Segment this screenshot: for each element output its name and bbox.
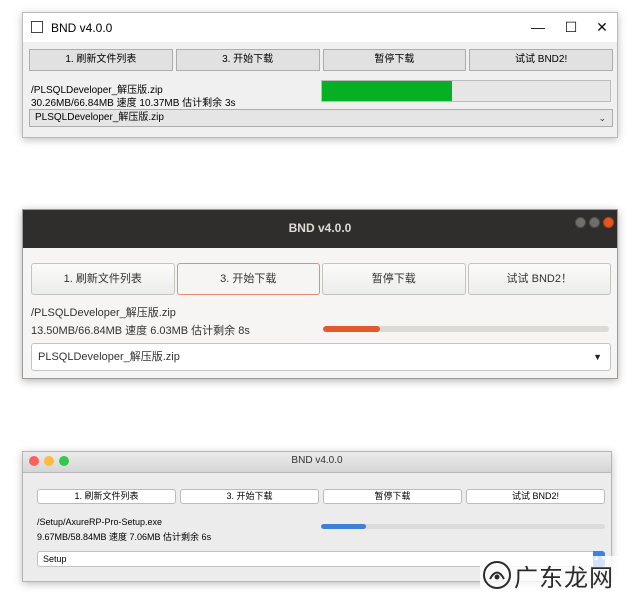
watermark-text: 广东龙网 xyxy=(514,563,614,592)
close-icon[interactable]: ✕ xyxy=(587,16,617,38)
bnd-window-windows: BND v4.0.0 — ☐ ✕ 1. 刷新文件列表 3. 开始下载 暂停下载 … xyxy=(22,12,618,138)
maximize-icon[interactable]: ☐ xyxy=(556,16,586,38)
refresh-list-button[interactable]: 1. 刷新文件列表 xyxy=(37,489,176,504)
progress-fill xyxy=(323,326,381,332)
progress-bar xyxy=(321,80,611,102)
toolbar: 1. 刷新文件列表 3. 开始下载 暂停下载 试试 BND2! xyxy=(37,489,605,504)
progress-bar xyxy=(321,524,605,529)
toolbar: 1. 刷新文件列表 3. 开始下载 暂停下载 试试 BND2! xyxy=(29,49,613,71)
file-select-value: PLSQLDeveloper_解压版.zip xyxy=(35,112,164,123)
app-icon xyxy=(31,21,43,33)
download-status: 9.67MB/58.84MB 速度 7.06MB 估计剩余 6s xyxy=(37,532,212,542)
pause-download-button[interactable]: 暂停下载 xyxy=(322,263,466,295)
maximize-icon[interactable] xyxy=(589,217,600,228)
pause-download-button[interactable]: 暂停下载 xyxy=(322,49,467,71)
download-status: 30.26MB/66.84MB 速度 10.37MB 估计剩余 3s xyxy=(31,98,236,109)
start-download-button[interactable]: 3. 开始下载 xyxy=(175,49,320,71)
progress-fill xyxy=(322,81,452,101)
file-path-label: /PLSQLDeveloper_解压版.zip xyxy=(31,307,176,319)
watermark-logo-icon xyxy=(483,561,511,589)
start-download-button[interactable]: 3. 开始下载 xyxy=(180,489,319,504)
refresh-list-button[interactable]: 1. 刷新文件列表 xyxy=(29,49,173,71)
minimize-icon[interactable] xyxy=(575,217,586,228)
window-title: BND v4.0.0 xyxy=(288,221,352,235)
file-select-value: PLSQLDeveloper_解压版.zip xyxy=(38,351,180,363)
title-bar[interactable]: BND v4.0.0 — ☐ ✕ xyxy=(23,13,617,42)
start-download-button[interactable]: 3. 开始下载 xyxy=(176,263,320,295)
file-select[interactable]: PLSQLDeveloper_解压版.zip ⌄ xyxy=(29,109,613,127)
window-title: BND v4.0.0 xyxy=(51,21,113,35)
try-bnd2-button[interactable]: 试试 BND2! xyxy=(466,489,605,504)
try-bnd2-button[interactable]: 试试 BND2！ xyxy=(467,263,611,295)
file-select[interactable]: PLSQLDeveloper_解压版.zip ▼ xyxy=(31,343,611,371)
try-bnd2-button[interactable]: 试试 BND2! xyxy=(469,49,613,71)
download-status: 13.50MB/66.84MB 速度 6.03MB 估计剩余 8s xyxy=(31,325,250,337)
file-select-value: Setup xyxy=(43,554,67,564)
title-bar[interactable]: BND v4.0.0 xyxy=(23,452,611,473)
file-path-label: /Setup/AxureRP-Pro-Setup.exe xyxy=(37,517,163,527)
toolbar: 1. 刷新文件列表 3. 开始下载 暂停下载 试试 BND2！ xyxy=(31,263,611,295)
progress-bar xyxy=(323,326,609,332)
pause-download-button[interactable]: 暂停下载 xyxy=(323,489,462,504)
progress-fill xyxy=(321,524,367,529)
caret-down-icon[interactable]: ▼ xyxy=(593,344,602,370)
title-bar[interactable]: BND v4.0.0 xyxy=(23,210,617,248)
chevron-down-icon[interactable]: ⌄ xyxy=(598,110,606,126)
minimize-icon[interactable]: — xyxy=(523,16,553,38)
bnd-window-ubuntu: BND v4.0.0 1. 刷新文件列表 3. 开始下载 暂停下载 试试 BND… xyxy=(22,209,618,379)
close-icon[interactable] xyxy=(603,217,614,228)
window-title: BND v4.0.0 xyxy=(291,455,343,466)
watermark: 广东龙网 xyxy=(480,556,636,594)
refresh-list-button[interactable]: 1. 刷新文件列表 xyxy=(31,263,175,295)
